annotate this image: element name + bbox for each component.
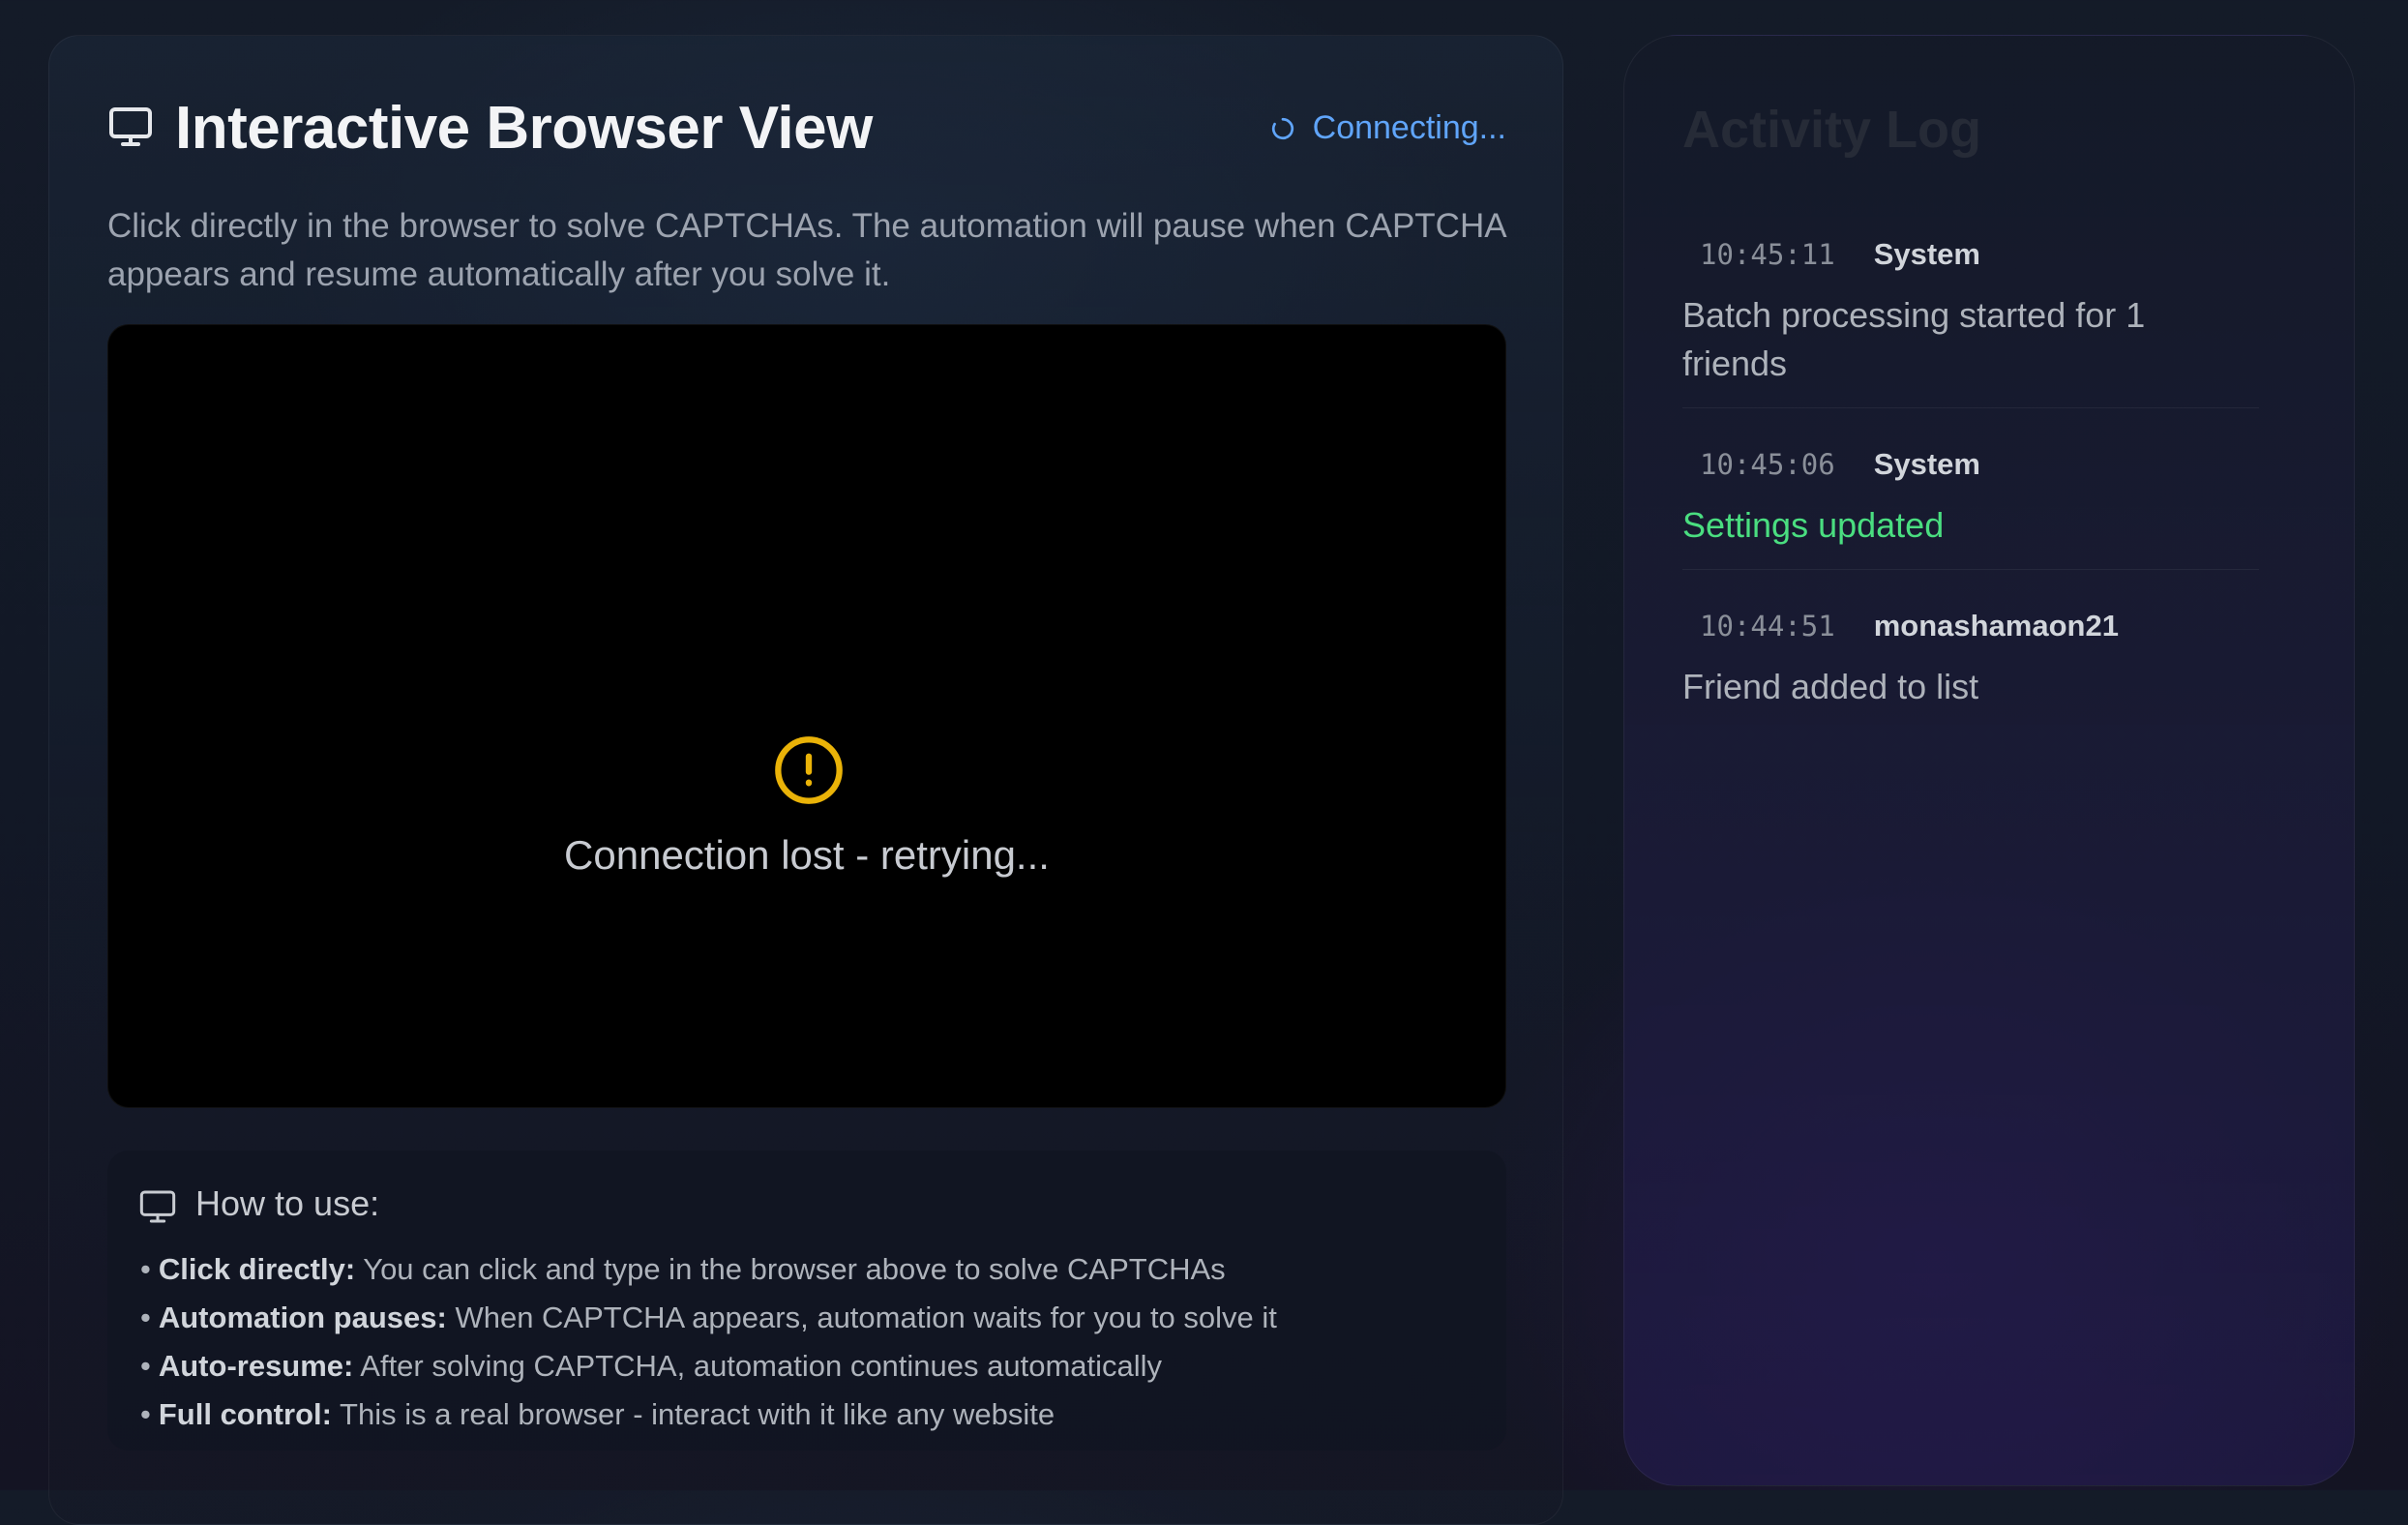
log-timestamp: 10:45:06 [1700, 448, 1835, 481]
connection-status: Connecting... [1270, 109, 1506, 147]
warning-circle-icon [775, 736, 843, 804]
log-timestamp: 10:44:51 [1700, 610, 1835, 643]
how-to-use-title: How to use: [195, 1183, 380, 1223]
connection-status-label: Connecting... [1312, 109, 1506, 146]
activity-log-title: Activity Log [1682, 101, 1982, 159]
item-label: Auto-resume: [158, 1349, 354, 1383]
log-source: System [1873, 447, 1980, 481]
log-source: System [1873, 237, 1980, 271]
how-to-use-list: • Click directly: You can click and type … [140, 1245, 1277, 1439]
activity-log-panel[interactable]: Activity Log 10:45:11 System Batch proce… [1623, 35, 2355, 1486]
item-label: Automation pauses: [158, 1301, 447, 1334]
spinner-icon [1271, 117, 1293, 139]
log-entry: 10:45:11 System Batch processing started… [1682, 225, 2259, 408]
log-message: Batch processing started for 1 friends [1682, 295, 2146, 383]
panel-description: Click directly in the browser to solve C… [107, 207, 1505, 293]
list-item: • Automation pauses: When CAPTCHA appears… [140, 1301, 1277, 1334]
panel-header: Interactive Browser View Connecting... [107, 90, 1506, 167]
item-label: Click directly: [158, 1252, 356, 1286]
list-item: • Click directly: You can click and type … [140, 1252, 1226, 1286]
log-source: monashamaon21 [1873, 609, 2119, 643]
item-text: You can click and type in the browser ab… [363, 1252, 1226, 1286]
browser-view-panel: Interactive Browser View Connecting... C… [48, 35, 1563, 1525]
log-entry: 10:45:06 System Settings updated [1682, 435, 2259, 570]
item-label: Full control: [158, 1397, 332, 1431]
connection-lost-message: Connection lost - retrying... [564, 832, 1050, 878]
monitor-icon [109, 107, 152, 146]
activity-log-list: 10:45:11 System Batch processing started… [1682, 225, 2259, 758]
remote-browser-viewport[interactable]: Connection lost - retrying... [107, 324, 1506, 1108]
log-timestamp: 10:45:11 [1700, 238, 1835, 271]
how-to-use-box: How to use: • Click directly: You can cli… [107, 1151, 1506, 1450]
list-item: • Auto-resume: After solving CAPTCHA, aut… [140, 1349, 1163, 1383]
list-item: • Full control: This is a real browser - … [140, 1397, 1055, 1431]
item-text: After solving CAPTCHA, automation contin… [360, 1349, 1163, 1383]
item-text: This is a real browser - interact with i… [340, 1397, 1055, 1431]
monitor-icon [139, 1190, 176, 1223]
log-message: Settings updated [1682, 505, 1945, 545]
log-message: Friend added to list [1682, 667, 1979, 706]
item-text: When CAPTCHA appears, automation waits f… [455, 1301, 1277, 1334]
log-entry: 10:44:51 monashamaon21 Friend added to l… [1682, 597, 2259, 731]
page-title: Interactive Browser View [175, 95, 873, 162]
